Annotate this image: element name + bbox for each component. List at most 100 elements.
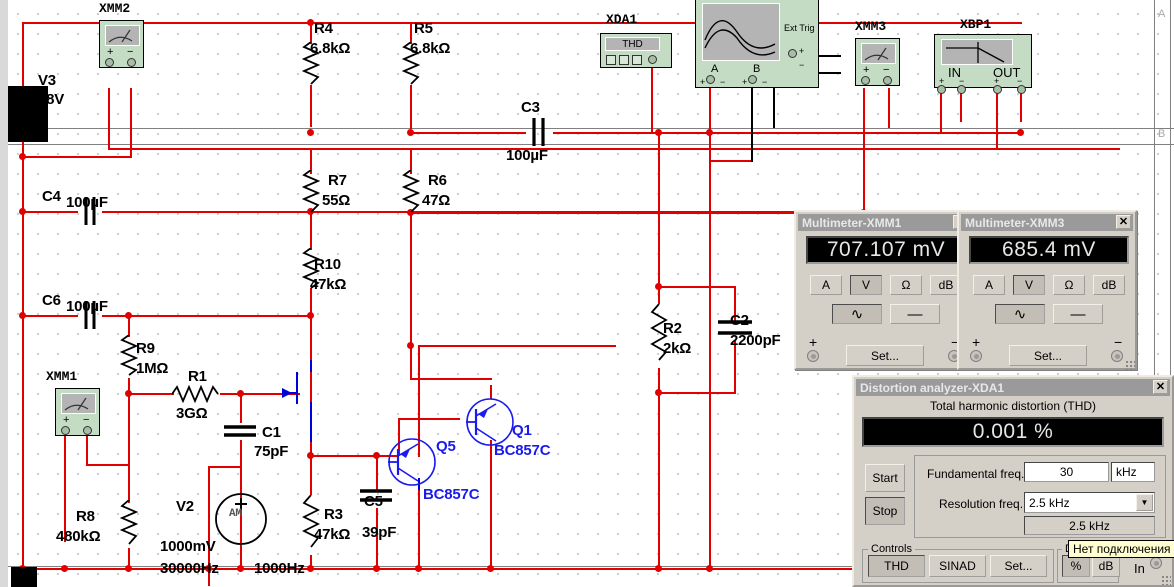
component-r1[interactable]	[172, 385, 222, 403]
xbp1-out-plus-terminal[interactable]	[993, 85, 1002, 94]
label-c5-ref: C5	[364, 493, 383, 510]
label-r9-ref: R9	[136, 340, 155, 357]
wire-xbp1-in-p	[940, 88, 942, 132]
xda1-in-jack[interactable]	[1150, 557, 1162, 569]
xmm3-plus-label: +	[863, 64, 870, 76]
oscilloscope-channel-b-label: B	[753, 63, 761, 75]
instrument-xmm1[interactable]: + −	[55, 388, 100, 436]
instrument-xda1[interactable]: THD	[600, 33, 672, 68]
xmm3-mode-a[interactable]: A	[973, 275, 1005, 295]
node	[307, 129, 314, 136]
xbp1-display	[941, 39, 1013, 65]
xda1-title: Distortion analyzer-XDA1	[860, 380, 1005, 395]
xbp1-in-minus-terminal[interactable]	[957, 85, 966, 94]
xmm2-minus-terminal[interactable]	[127, 58, 136, 67]
xda1-indicator-2	[619, 55, 629, 65]
xda1-resize-grip[interactable]	[1161, 575, 1171, 585]
xda1-input-terminal[interactable]	[648, 55, 657, 64]
xmm3-mode-v[interactable]: V	[1013, 275, 1045, 295]
xda1-titlebar[interactable]: Distortion analyzer-XDA1 ✕	[856, 379, 1170, 396]
xmm3-waveform-ac[interactable]: ∿	[995, 304, 1045, 324]
xda1-percent-button[interactable]: %	[1062, 555, 1090, 577]
component-q5-transistor[interactable]	[386, 436, 438, 488]
oscilloscope-ext-trig-terminal[interactable]	[788, 49, 797, 58]
xmm3-set-button[interactable]: Set...	[1009, 345, 1087, 366]
xda1-heading: Total harmonic distortion (THD)	[929, 399, 1097, 413]
wire-scope-b-v	[751, 88, 753, 162]
node	[125, 565, 132, 572]
component-q1-transistor[interactable]	[464, 396, 516, 448]
wire-scope-b	[709, 160, 751, 162]
instrument-label-xmm1: XMM1	[46, 369, 78, 384]
label-v2-value: 1000mV	[160, 538, 216, 555]
wire-r7-bot	[310, 212, 312, 250]
window-multimeter-xmm1[interactable]: Multimeter-XMM1 ✕ 707.107 mV A V Ω dB ∿ …	[794, 210, 974, 370]
oscilloscope-channel-a-terminal[interactable]	[706, 75, 715, 84]
node	[706, 129, 713, 136]
xmm3-minus-terminal[interactable]	[883, 76, 892, 85]
xmm3-waveform-dc[interactable]: —	[1053, 304, 1103, 324]
wire-r8-top	[128, 393, 130, 503]
xda1-fundamental-unit[interactable]: kHz	[1111, 462, 1155, 482]
label-c3-ref: C3	[521, 99, 540, 116]
component-c3[interactable]	[522, 118, 556, 148]
xmm1-mode-ohm[interactable]: Ω	[890, 275, 922, 295]
window-distortion-analyzer[interactable]: Distortion analyzer-XDA1 ✕ Total harmoni…	[852, 375, 1174, 587]
xmm3-plus-jack[interactable]	[970, 350, 982, 362]
xmm3-mode-db[interactable]: dB	[1093, 275, 1125, 295]
xmm1-plus-jack[interactable]	[807, 350, 819, 362]
label-r10-value: 47kΩ	[310, 276, 347, 293]
xmm2-minus-label: −	[127, 46, 134, 58]
xda1-display: THD	[605, 37, 660, 51]
xmm3-titlebar[interactable]: Multimeter-XMM3 ✕	[961, 214, 1133, 231]
wire-c2-top	[658, 286, 736, 288]
chevron-down-icon[interactable]: ▼	[1136, 494, 1153, 511]
xbp1-out-minus-terminal[interactable]	[1017, 85, 1026, 94]
xmm1-mode-v[interactable]: V	[850, 275, 882, 295]
oscilloscope-channel-a-label: A	[711, 63, 719, 75]
xmm3-resize-grip[interactable]	[1125, 360, 1135, 370]
xmm1-waveform-dc[interactable]: —	[890, 304, 940, 324]
component-r3[interactable]	[302, 495, 320, 555]
label-r1-ref: R1	[188, 368, 207, 385]
label-v3-value: 48V	[38, 91, 65, 108]
xmm1-waveform-ac[interactable]: ∿	[832, 304, 882, 324]
close-icon[interactable]: ✕	[1116, 215, 1131, 229]
window-multimeter-xmm3[interactable]: Multimeter-XMM3 ✕ 685.4 mV A V Ω dB ∿ — …	[957, 210, 1137, 370]
xmm1-titlebar[interactable]: Multimeter-XMM1 ✕	[798, 214, 970, 231]
label-r3-ref: R3	[324, 506, 343, 523]
xmm1-set-button[interactable]: Set...	[846, 345, 924, 366]
xda1-stop-button[interactable]: Stop	[865, 497, 905, 525]
xda1-sinad-button[interactable]: SINAD	[929, 555, 986, 577]
xda1-db-button[interactable]: dB	[1092, 555, 1120, 577]
oscilloscope-channel-b-terminal[interactable]	[748, 75, 757, 84]
xda1-fundamental-input[interactable]: 30	[1024, 462, 1109, 482]
instrument-xmm2[interactable]: + −	[99, 20, 144, 68]
xmm1-plus-terminal[interactable]	[61, 426, 70, 435]
component-r6[interactable]	[402, 170, 420, 216]
xmm1-minus-terminal[interactable]	[83, 426, 92, 435]
xmm1-mode-a[interactable]: A	[810, 275, 842, 295]
xda1-indicator-3	[632, 55, 642, 65]
component-r7[interactable]	[302, 170, 320, 216]
xmm1-title: Multimeter-XMM1	[802, 215, 902, 230]
xmm3-mode-ohm[interactable]: Ω	[1053, 275, 1085, 295]
xda1-thd-button[interactable]: THD	[868, 555, 925, 577]
instrument-xmm3[interactable]: + −	[855, 38, 900, 86]
xmm3-minus-jack[interactable]	[1111, 350, 1123, 362]
xda1-set-button[interactable]: Set...	[990, 555, 1047, 577]
xda1-resolution-select[interactable]: 2.5 kHz ▼	[1024, 492, 1155, 513]
xmm3-plus-terminal[interactable]	[861, 76, 870, 85]
label-am-frequency: 1000Hz	[254, 560, 305, 577]
instrument-oscilloscope[interactable]: Ext Trig + − A B + − + −	[695, 0, 819, 88]
close-icon[interactable]: ✕	[1153, 380, 1168, 394]
xmm2-plus-terminal[interactable]	[105, 58, 114, 67]
component-r8[interactable]	[120, 500, 138, 550]
xbp1-in-plus-terminal[interactable]	[937, 85, 946, 94]
xda1-start-button[interactable]: Start	[865, 464, 905, 492]
wire-jfet-source-v	[310, 402, 312, 442]
component-c1[interactable]	[222, 418, 258, 444]
label-c4-value: 100µF	[66, 194, 108, 211]
instrument-xbp1[interactable]: IN OUT + − + −	[934, 34, 1032, 94]
node	[1017, 129, 1024, 136]
